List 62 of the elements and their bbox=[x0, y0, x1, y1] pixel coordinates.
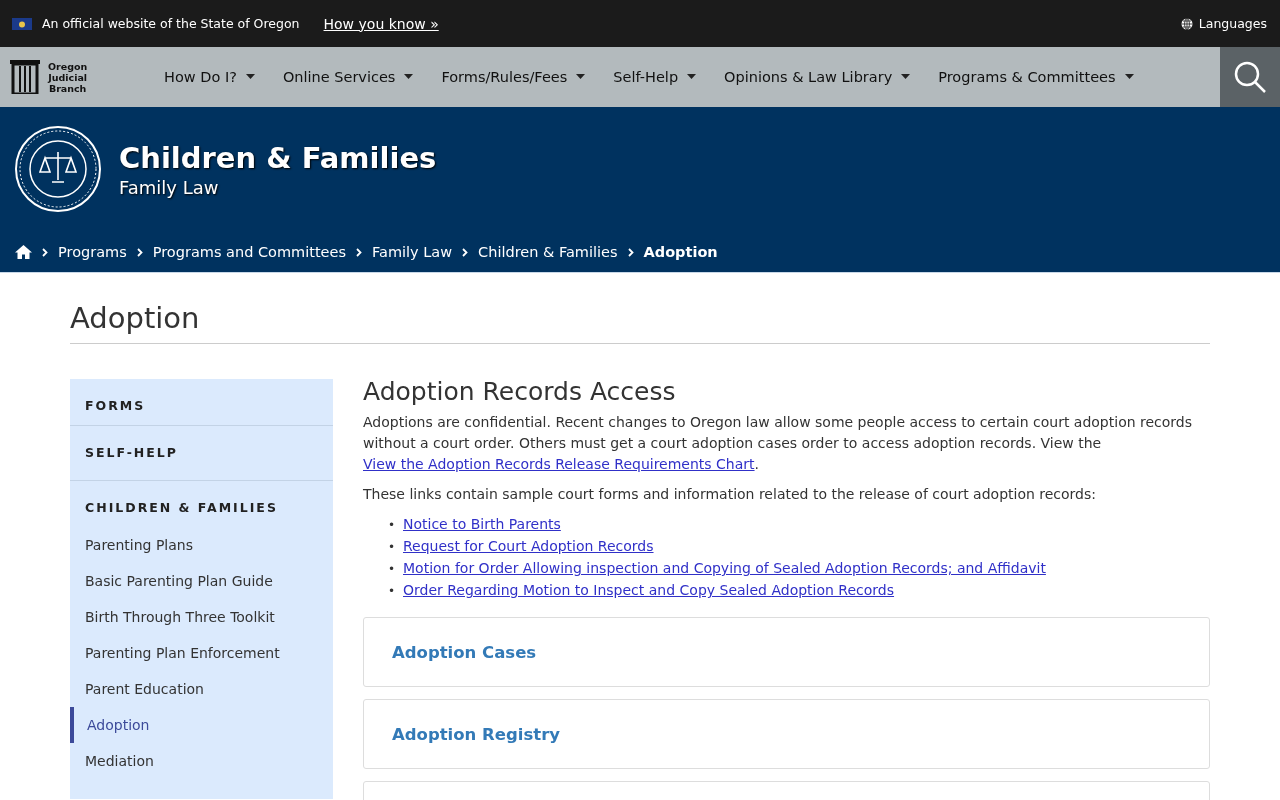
how-you-know-link[interactable]: How you know » bbox=[323, 15, 439, 32]
form-link[interactable]: Request for Court Adoption Records bbox=[403, 538, 654, 554]
caret-icon bbox=[576, 74, 586, 80]
globe-icon bbox=[1180, 17, 1193, 30]
seal-icon bbox=[15, 126, 101, 212]
official-site-text: An official website of the State of Oregon bbox=[42, 16, 300, 31]
logo-text: Oregon Judicial Branch bbox=[48, 60, 88, 94]
sidebar-item[interactable]: Parenting Plan Enforcement bbox=[70, 635, 333, 671]
column-icon bbox=[10, 60, 40, 94]
nav-menu-item[interactable]: Forms/Rules/Fees bbox=[427, 47, 600, 107]
chart-link[interactable]: View the Adoption Records Release Requirements Chart bbox=[363, 456, 755, 472]
nav-menu-item[interactable]: Programs & Committees bbox=[924, 47, 1148, 107]
caret-icon bbox=[404, 74, 414, 80]
caret-icon bbox=[245, 74, 255, 80]
bullet: • bbox=[388, 539, 397, 556]
panel-title-link[interactable]: Adoption Registry bbox=[392, 724, 561, 744]
home-link[interactable] bbox=[15, 245, 32, 259]
caret-icon bbox=[687, 74, 697, 80]
content-heading: Adoption Records Access bbox=[363, 377, 677, 406]
bullet: • bbox=[388, 583, 397, 600]
nav-menu-item[interactable]: Self-Help bbox=[599, 47, 711, 107]
breadcrumb-link[interactable]: Children & Families bbox=[478, 244, 618, 260]
page-title: Adoption bbox=[70, 273, 1210, 344]
chevron-icon bbox=[356, 247, 362, 257]
sidebar-item[interactable]: Parenting Plans bbox=[70, 527, 333, 563]
form-link[interactable]: Order Regarding Motion to Inspect and Copy Sealed Adoption Records bbox=[403, 582, 895, 598]
search-icon bbox=[1233, 60, 1267, 94]
sidebar-item[interactable]: Birth Through Three Toolkit bbox=[70, 599, 333, 635]
flag-icon bbox=[12, 17, 32, 30]
intro-paragraph: Adoptions are confidential. Recent changes to Oregon law allow some people access to certain court adoption records without a court order. Others must get a court adoption cases order to access adoption records. View the View the Adoption Records Release Requirements Chart. bbox=[363, 413, 1194, 474]
section-title: Children & Families bbox=[119, 140, 437, 175]
links-intro-text: These links contain sample court forms and information related to the release of court adoption records: bbox=[363, 485, 1098, 504]
search-button[interactable] bbox=[1220, 47, 1280, 107]
form-link[interactable]: Motion for Order Allowing inspection and Copying of Sealed Adoption Records; and Affidavit bbox=[403, 560, 1046, 576]
sidebar-heading[interactable]: FORMS bbox=[70, 379, 333, 426]
breadcrumb-link[interactable]: Family Law bbox=[372, 244, 453, 260]
chevron-icon bbox=[462, 247, 469, 257]
bullet: • bbox=[388, 561, 397, 578]
bullet: • bbox=[388, 517, 397, 534]
form-link[interactable]: Notice to Birth Parents bbox=[403, 516, 561, 532]
sidebar-item[interactable]: Parent Education bbox=[70, 671, 333, 707]
breadcrumb-link[interactable]: Programs bbox=[58, 244, 127, 260]
nav-menu-item[interactable]: Opinions & Law Library bbox=[710, 47, 925, 107]
sidebar-item[interactable]: Adoption bbox=[70, 707, 333, 743]
section-subtitle: Family Law bbox=[119, 176, 220, 198]
caret-icon bbox=[901, 74, 911, 80]
sidebar-heading[interactable]: CHILDREN & FAMILIES bbox=[70, 481, 333, 527]
breadcrumb-current: Adoption bbox=[643, 244, 718, 260]
caret-icon bbox=[1124, 74, 1134, 80]
sidebar-heading[interactable]: SELF-HELP bbox=[70, 426, 333, 481]
panel-title-link[interactable]: Adoption Cases bbox=[392, 642, 537, 662]
breadcrumb-link[interactable]: Programs and Committees bbox=[152, 244, 346, 260]
chevron-icon bbox=[42, 247, 48, 257]
nav-menu-item[interactable]: Online Services bbox=[268, 47, 428, 107]
sidebar-item[interactable]: Basic Parenting Plan Guide bbox=[70, 563, 333, 599]
sidebar-item[interactable]: Mediation bbox=[70, 743, 333, 779]
nav-menu-item[interactable]: How Do I? bbox=[150, 47, 269, 107]
languages-link[interactable]: Languages bbox=[1180, 16, 1267, 31]
chevron-icon bbox=[627, 247, 634, 257]
home-icon bbox=[15, 245, 32, 259]
site-logo[interactable]: Oregon Judicial Branch bbox=[0, 60, 150, 94]
chevron-icon bbox=[136, 247, 143, 257]
